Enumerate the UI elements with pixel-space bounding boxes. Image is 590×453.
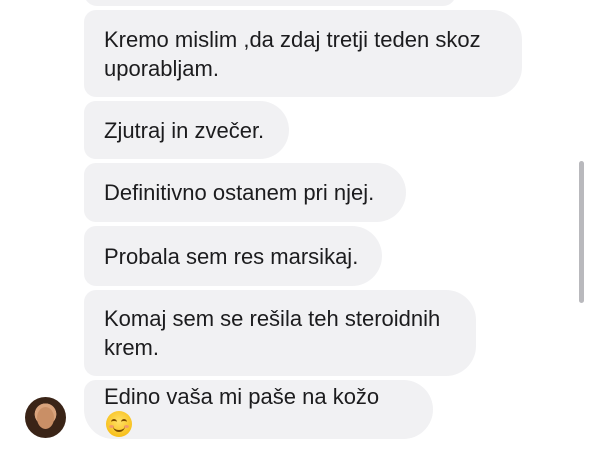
message-bubble[interactable]: Kremo mislim ,da zdaj tretji teden skoz … bbox=[84, 10, 522, 97]
message-bubble[interactable]: Komaj sem se rešila teh steroidnih krem. bbox=[84, 290, 476, 376]
scrollbar-thumb[interactable] bbox=[579, 161, 584, 303]
message-bubble[interactable]: Edino vaša mi paše na kožo bbox=[84, 380, 433, 439]
message-text: Komaj sem se rešila teh steroidnih krem. bbox=[104, 306, 441, 360]
message-text: Zjutraj in zvečer. bbox=[104, 117, 265, 143]
message-text-row: Edino vaša mi paše na kožo bbox=[104, 382, 379, 437]
smiling-face-emoji-icon bbox=[106, 411, 132, 437]
message-bubble[interactable]: Definitivno ostanem pri njej. bbox=[84, 163, 406, 222]
message-text: Edino vaša mi paše na kožo bbox=[104, 384, 380, 409]
message-text: Kremo mislim ,da zdaj tretji teden skoz … bbox=[104, 26, 481, 81]
message-bubble-partial[interactable] bbox=[84, 0, 456, 6]
message-text: Definitivno ostanem pri njej. bbox=[104, 180, 375, 205]
message-bubble[interactable]: Probala sem res marsikaj. bbox=[84, 226, 382, 286]
message-text: Probala sem res marsikaj. bbox=[104, 243, 359, 269]
avatar-face bbox=[37, 407, 54, 429]
sender-avatar[interactable] bbox=[25, 397, 66, 438]
message-bubble[interactable]: Zjutraj in zvečer. bbox=[84, 101, 289, 159]
